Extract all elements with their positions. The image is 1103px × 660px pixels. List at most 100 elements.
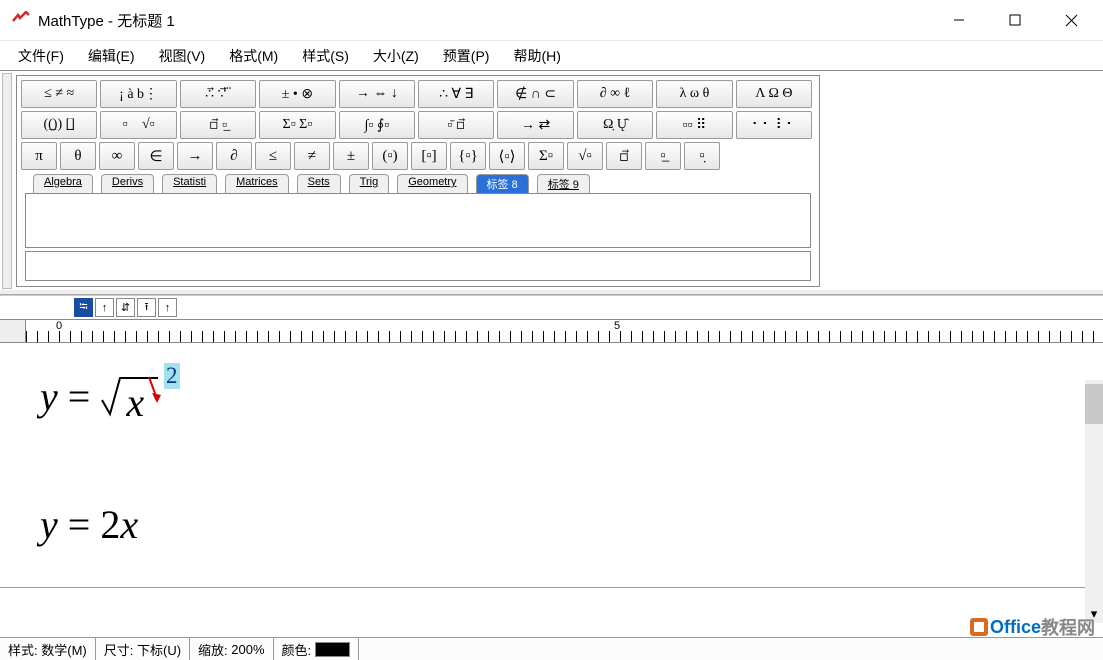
palette-operators[interactable]: ± • ⊗ (259, 80, 335, 108)
custom-symbol-area-large[interactable] (25, 193, 811, 248)
sym-element-of[interactable]: ∈ (138, 142, 174, 170)
tab-left-icon[interactable]: ⭾ (74, 298, 93, 317)
category-tabs: Algebra Derivs Statisti Matrices Sets Tr… (33, 174, 815, 193)
tab-label8[interactable]: 标签 8 (476, 174, 529, 193)
sym-partial[interactable]: ∂ (216, 142, 252, 170)
sym-vector-template[interactable]: ▫⃗ (606, 142, 642, 170)
watermark-brand1: Office (990, 617, 1041, 638)
status-zoom-value: 200% (231, 642, 264, 657)
palette-greek-upper[interactable]: Λ Ω Θ (736, 80, 812, 108)
tab-statistics[interactable]: Statisti (162, 174, 217, 193)
palette-logical[interactable]: ∴ ∀ ∃ (418, 80, 494, 108)
maximize-button[interactable] (987, 0, 1043, 40)
menu-format[interactable]: 格式(M) (217, 42, 290, 70)
status-size[interactable]: 尺寸: 下标(U) (96, 638, 190, 660)
status-style[interactable]: 样式: 数学(M) (0, 638, 96, 660)
palette-labeled-arrows[interactable]: → ⇄ (497, 111, 573, 139)
close-button[interactable] (1043, 0, 1099, 40)
eq1-superscript-selected[interactable]: 2 (164, 363, 180, 389)
window-controls (931, 0, 1099, 40)
status-bar: 样式: 数学(M) 尺寸: 下标(U) 缩放: 200% 颜色: (0, 637, 1103, 660)
menu-help[interactable]: 帮助(H) (501, 42, 572, 70)
equation-1[interactable]: y = x (40, 373, 160, 420)
sym-infinity[interactable]: ∞ (99, 142, 135, 170)
palette-integrals[interactable]: ∫▫ ∮▫ (339, 111, 415, 139)
menu-size[interactable]: 大小(Z) (361, 42, 431, 70)
tab-sets[interactable]: Sets (297, 174, 341, 193)
align-tab-up-icon[interactable]: ⭱ (137, 298, 156, 317)
align-up-icon[interactable]: ↑ (95, 298, 114, 317)
tab-geometry[interactable]: Geometry (397, 174, 467, 193)
palette-fractions-radicals[interactable]: ▫⃞ √▫ (100, 111, 176, 139)
ruler-gutter (0, 320, 26, 342)
symbol-palette-panel: ≤ ≠ ≈ ¡ à b⋮ ∴⃗ ∵⃗ ⃛ ± • ⊗ → ⇔ ↓ ∴ ∀ ∃ ∉… (16, 75, 820, 287)
tab-matrices[interactable]: Matrices (225, 174, 289, 193)
tab-trig[interactable]: Trig (349, 174, 390, 193)
palette-bars[interactable]: ▫̄ ▫⃗ (418, 111, 494, 139)
palette-spaces[interactable]: ¡ à b⋮ (100, 80, 176, 108)
palette-sub-sup[interactable]: ▫⃗ ▫̲ (180, 111, 256, 139)
ruler-ticks (26, 331, 1103, 342)
status-zoom[interactable]: 缩放: 200% (190, 638, 274, 660)
menu-style[interactable]: 样式(S) (290, 42, 361, 70)
grip-handle[interactable] (2, 73, 12, 289)
status-size-value: 下标(U) (137, 640, 181, 659)
palette-misc[interactable]: ∂ ∞ ℓ (577, 80, 653, 108)
custom-symbol-area-small[interactable] (25, 251, 811, 281)
palette-boxes[interactable]: ⠂⠂ ⠇⠂ (736, 111, 812, 139)
palette-relations[interactable]: ≤ ≠ ≈ (21, 80, 97, 108)
sym-angle-template[interactable]: ⟨▫⟩ (489, 142, 525, 170)
sym-bracket-template[interactable]: [▫] (411, 142, 447, 170)
sym-leq[interactable]: ≤ (255, 142, 291, 170)
sym-dot-template[interactable]: ▫̣ (684, 142, 720, 170)
tab-label9[interactable]: 标签 9 (537, 174, 590, 193)
palette-arrows[interactable]: → ⇔ ↓ (339, 80, 415, 108)
palette-embellishments[interactable]: ∴⃗ ∵⃗ ⃛ (180, 80, 256, 108)
horizontal-ruler[interactable]: 0 5 (26, 320, 1103, 342)
menu-file[interactable]: 文件(F) (6, 42, 76, 70)
status-color[interactable]: 颜色: (274, 638, 360, 660)
palette-sums[interactable]: Σ▫ Σ▫ (259, 111, 335, 139)
palette-greek-lower[interactable]: λ ω θ (656, 80, 732, 108)
status-style-label: 样式: (8, 640, 38, 659)
status-color-label: 颜色: (282, 640, 312, 659)
sym-brace-template[interactable]: {▫} (450, 142, 486, 170)
palette-matrices[interactable]: ▫▫ ⠿ (656, 111, 732, 139)
sym-sqrt-template[interactable]: √▫ (567, 142, 603, 170)
sym-sum-template[interactable]: Σ▫ (528, 142, 564, 170)
annotation-arrow-icon (145, 375, 165, 405)
equation-editor-area[interactable]: y = x 2 y = 2x (0, 343, 1103, 588)
sym-paren-template[interactable]: (▫) (372, 142, 408, 170)
palette-fences[interactable]: ((̲)) [̲] (21, 111, 97, 139)
status-size-label: 尺寸: (104, 640, 134, 659)
sym-pm[interactable]: ± (333, 142, 369, 170)
eq1-lhs: y (40, 374, 58, 419)
sym-underbar-template[interactable]: ▫̲ (645, 142, 681, 170)
color-swatch[interactable] (315, 642, 350, 657)
sym-pi[interactable]: π (21, 142, 57, 170)
tab-algebra[interactable]: Algebra (33, 174, 93, 193)
palette-products[interactable]: Ω̣ Ų̂ (577, 111, 653, 139)
window-title: MathType - 无标题 1 (38, 10, 175, 31)
sym-theta[interactable]: θ (60, 142, 96, 170)
menu-preferences[interactable]: 预置(P) (431, 42, 502, 70)
title-bar: MathType - 无标题 1 (0, 0, 1103, 40)
align-arrow-up-icon[interactable]: ↑ (158, 298, 177, 317)
status-zoom-label: 缩放: (198, 640, 228, 659)
status-style-value: 数学(M) (41, 640, 87, 659)
scrollbar-thumb[interactable] (1085, 384, 1103, 424)
align-center-icon[interactable]: ⇵ (116, 298, 135, 317)
palette-set-theory[interactable]: ∉ ∩ ⊂ (497, 80, 573, 108)
sym-neq[interactable]: ≠ (294, 142, 330, 170)
office-logo-icon (968, 616, 990, 638)
tab-derivs[interactable]: Derivs (101, 174, 154, 193)
palette-row-1: ≤ ≠ ≈ ¡ à b⋮ ∴⃗ ∵⃗ ⃛ ± • ⊗ → ⇔ ↓ ∴ ∀ ∃ ∉… (21, 80, 815, 108)
eq1-sqrt-arg: x (126, 379, 144, 426)
menu-bar: 文件(F) 编辑(E) 视图(V) 格式(M) 样式(S) 大小(Z) 预置(P… (0, 40, 1103, 70)
vertical-scrollbar[interactable]: ▾ (1085, 380, 1103, 623)
menu-view[interactable]: 视图(V) (147, 42, 218, 70)
menu-edit[interactable]: 编辑(E) (76, 42, 147, 70)
sym-arrow-right[interactable]: → (177, 142, 213, 170)
equation-2[interactable]: y = 2x (40, 501, 138, 548)
minimize-button[interactable] (931, 0, 987, 40)
